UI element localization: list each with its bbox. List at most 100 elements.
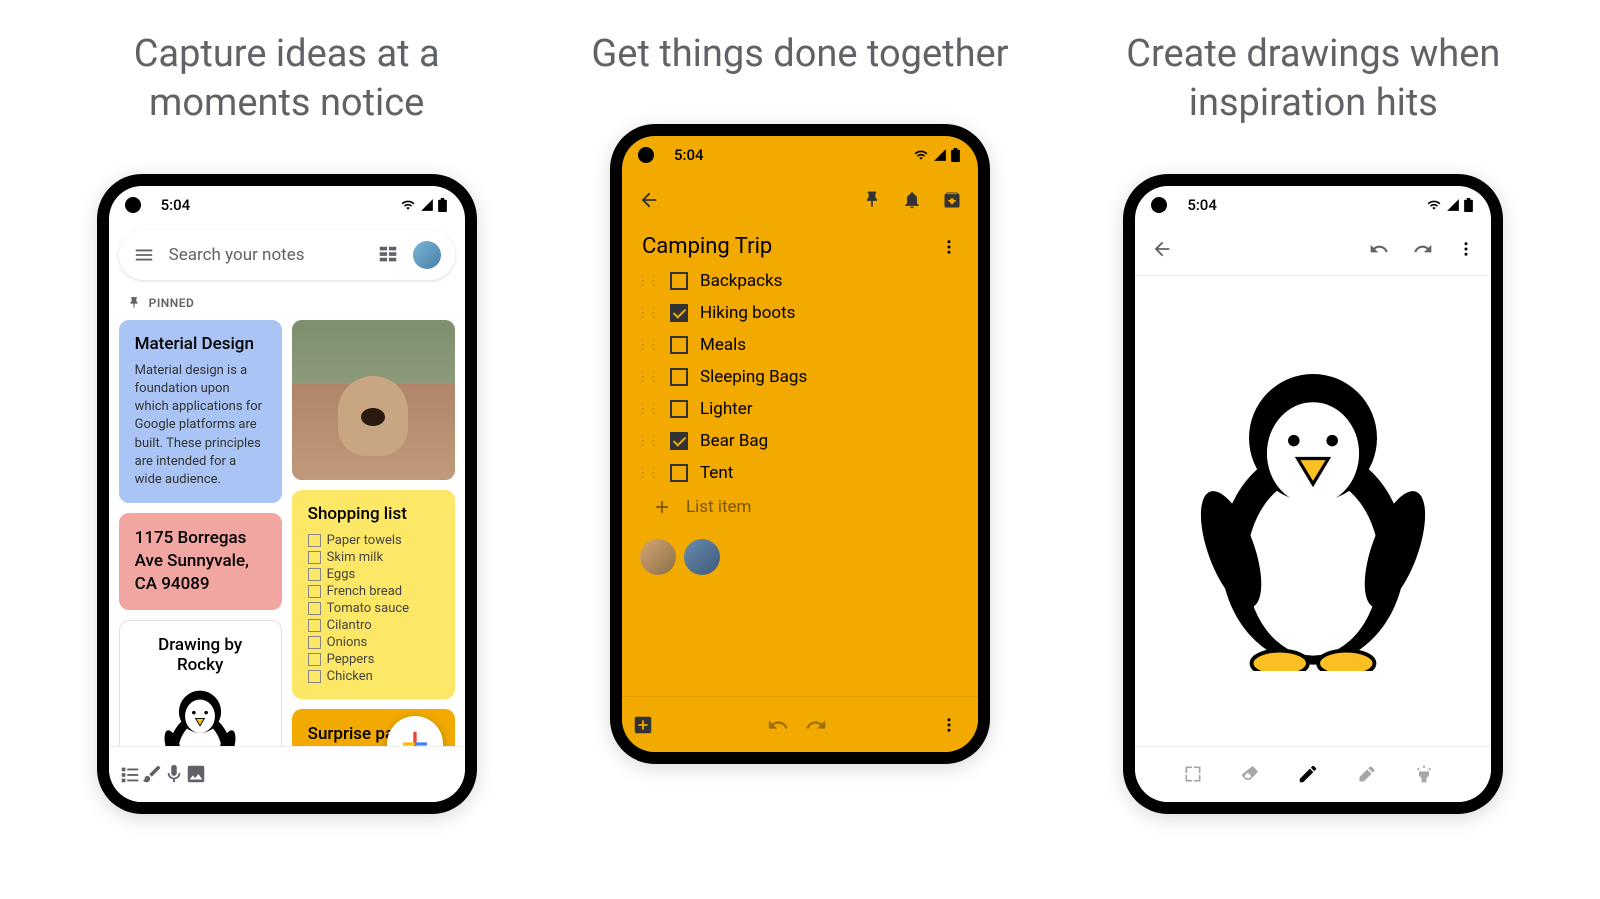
checkbox-icon[interactable]: [308, 619, 321, 632]
grid-view-icon[interactable]: [377, 244, 399, 266]
status-icons: [913, 148, 960, 162]
drag-handle-icon[interactable]: ⋮⋮: [636, 434, 658, 449]
undo-icon[interactable]: [1369, 239, 1389, 259]
shopping-item[interactable]: Paper towels: [308, 532, 439, 549]
drag-handle-icon[interactable]: ⋮⋮: [636, 274, 658, 289]
mic-icon[interactable]: [163, 763, 185, 785]
more-icon[interactable]: [940, 238, 958, 256]
signal-icon: [419, 198, 435, 212]
eraser-tool-icon[interactable]: [1240, 764, 1260, 784]
back-icon[interactable]: [638, 189, 660, 211]
redo-icon[interactable]: [805, 714, 827, 736]
note-shopping-list[interactable]: Shopping list Paper towelsSkim milkEggsF…: [292, 490, 455, 699]
pin-icon[interactable]: [862, 190, 882, 210]
drawing-tools-bar: [1135, 746, 1491, 802]
wifi-icon: [913, 148, 929, 162]
reminder-icon[interactable]: [902, 190, 922, 210]
checkbox[interactable]: [670, 272, 688, 290]
drag-handle-icon[interactable]: ⋮⋮: [636, 370, 658, 385]
pen-tool-icon[interactable]: [1297, 763, 1319, 785]
shopping-item-label: Tomato sauce: [327, 601, 409, 616]
collaborator-avatar[interactable]: [684, 539, 720, 575]
checklist-item[interactable]: ⋮⋮ Bear Bag: [636, 425, 964, 457]
search-bar[interactable]: Search your notes: [119, 230, 455, 280]
checklist-item[interactable]: ⋮⋮Sleeping Bags: [636, 361, 964, 393]
more-icon[interactable]: [940, 716, 958, 734]
phone-frame-2: 5:04 Camping Trip: [610, 124, 990, 764]
profile-avatar[interactable]: [413, 241, 441, 269]
checkbox[interactable]: [670, 432, 688, 450]
add-box-icon[interactable]: [632, 714, 654, 736]
status-clock: 5:04: [161, 196, 191, 214]
phone-screen-2: 5:04 Camping Trip: [622, 136, 978, 752]
menu-icon[interactable]: [133, 244, 155, 266]
brush-icon[interactable]: [141, 763, 163, 785]
note-title-row: Camping Trip: [622, 226, 978, 265]
shopping-item-label: Cilantro: [327, 618, 372, 633]
status-bar: 5:04: [1135, 186, 1491, 224]
checklist-item[interactable]: ⋮⋮Tent: [636, 457, 964, 489]
note-image-dog[interactable]: [292, 320, 455, 480]
drag-handle-icon[interactable]: ⋮⋮: [636, 466, 658, 481]
checklist-icon[interactable]: [119, 763, 141, 785]
note-title[interactable]: Camping Trip: [642, 234, 772, 259]
shopping-item[interactable]: Eggs: [308, 566, 439, 583]
shopping-item[interactable]: French bread: [308, 583, 439, 600]
camera-punch-hole: [1151, 197, 1167, 213]
checklist-item[interactable]: ⋮⋮ Backpacks: [636, 265, 964, 297]
shopping-title: Shopping list: [308, 504, 439, 524]
drawing-toolbar: [1135, 224, 1491, 276]
signal-icon: [932, 148, 948, 162]
pin-icon: [127, 296, 141, 310]
checklist-item-label: Backpacks: [700, 271, 782, 291]
note-address[interactable]: 1175 Borregas Ave Sunnyvale, CA 94089: [119, 513, 282, 610]
checklist-item[interactable]: ⋮⋮Meals: [636, 329, 964, 361]
search-placeholder: Search your notes: [169, 245, 363, 265]
shopping-item[interactable]: Cilantro: [308, 617, 439, 634]
drag-handle-icon[interactable]: ⋮⋮: [636, 306, 658, 321]
note-toolbar: [622, 174, 978, 226]
drag-handle-icon[interactable]: ⋮⋮: [636, 338, 658, 353]
checklist-item-label: Bear Bag: [700, 431, 768, 451]
checklist-item-label: Hiking boots: [700, 303, 795, 323]
shopping-item[interactable]: Tomato sauce: [308, 600, 439, 617]
redo-icon[interactable]: [1413, 239, 1433, 259]
shopping-item[interactable]: Onions: [308, 634, 439, 651]
collaborator-avatar[interactable]: [640, 539, 676, 575]
drag-handle-icon[interactable]: ⋮⋮: [636, 402, 658, 417]
checkbox-icon[interactable]: [308, 585, 321, 598]
checkbox[interactable]: [670, 400, 688, 418]
checkbox-icon[interactable]: [308, 568, 321, 581]
wifi-icon: [400, 198, 416, 212]
checkbox-icon[interactable]: [308, 653, 321, 666]
checkbox[interactable]: [670, 464, 688, 482]
battery-icon: [951, 148, 960, 162]
checkbox[interactable]: [670, 304, 688, 322]
shopping-item[interactable]: Skim milk: [308, 549, 439, 566]
note-material-design[interactable]: Material Design Material design is a fou…: [119, 320, 282, 503]
image-icon[interactable]: [185, 763, 207, 785]
checkbox-icon[interactable]: [308, 534, 321, 547]
pinned-section-header: PINNED: [109, 286, 465, 320]
more-icon[interactable]: [1457, 240, 1475, 258]
add-list-item[interactable]: List item: [622, 489, 978, 525]
shopping-item[interactable]: Chicken: [308, 668, 439, 685]
checklist-item[interactable]: ⋮⋮Lighter: [636, 393, 964, 425]
shopping-item[interactable]: Peppers: [308, 651, 439, 668]
checkbox[interactable]: [670, 368, 688, 386]
checkbox-icon[interactable]: [308, 551, 321, 564]
checkbox-icon[interactable]: [308, 636, 321, 649]
checkbox-icon[interactable]: [308, 670, 321, 683]
back-icon[interactable]: [1151, 238, 1173, 260]
drawing-canvas[interactable]: [1135, 276, 1491, 746]
checklist-item[interactable]: ⋮⋮ Hiking boots: [636, 297, 964, 329]
marker-tool-icon[interactable]: [1357, 764, 1377, 784]
battery-icon: [1464, 198, 1473, 212]
archive-icon[interactable]: [942, 190, 962, 210]
undo-icon[interactable]: [767, 714, 789, 736]
bottom-toolbar: [109, 746, 465, 802]
checkbox[interactable]: [670, 336, 688, 354]
highlighter-tool-icon[interactable]: [1414, 764, 1434, 784]
select-tool-icon[interactable]: [1183, 764, 1203, 784]
checkbox-icon[interactable]: [308, 602, 321, 615]
